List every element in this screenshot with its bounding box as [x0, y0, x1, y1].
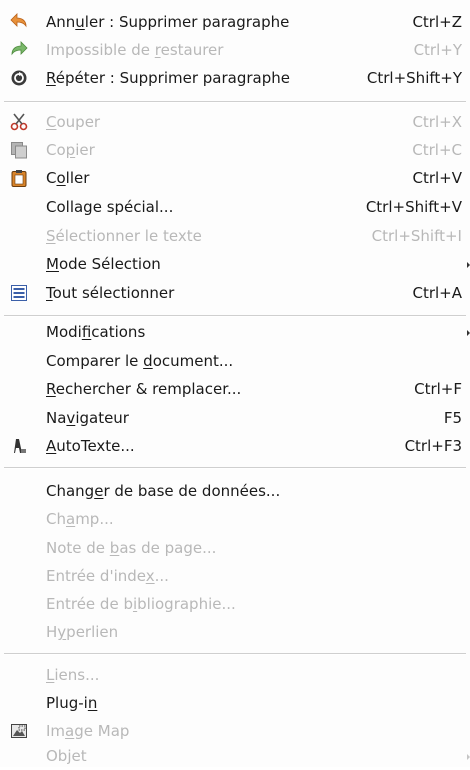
- menu-item-label: Impossible de restaurer: [46, 41, 224, 59]
- menu-item-bibliography-entry[interactable]: Entrée de bibliographie...: [0, 590, 470, 618]
- menu-item-label: Rechercher & remplacer...: [46, 380, 242, 398]
- menu-item-label: Coller: [46, 169, 90, 187]
- redo-icon: [10, 41, 28, 59]
- menu-item-shortcut: Ctrl+V: [412, 169, 462, 187]
- menu-separator: [4, 315, 466, 317]
- menu-item-label: Navigateur: [46, 409, 129, 427]
- repeat-icon: [10, 69, 28, 87]
- menu-separator: [4, 467, 466, 469]
- menu-item-shortcut: Ctrl+Y: [413, 41, 462, 59]
- menu-item-image-map[interactable]: Image Map: [0, 717, 470, 745]
- autotext-icon: [10, 437, 28, 455]
- menu-item-label: Annuler : Supprimer paragraphe: [46, 13, 290, 31]
- menu-item-navigator[interactable]: Navigateur F5: [0, 404, 470, 432]
- menu-item-label: Copier: [46, 141, 95, 159]
- menu-item-undo[interactable]: Annuler : Supprimer paragraphe Ctrl+Z: [0, 8, 470, 36]
- menu-item-paste[interactable]: Coller Ctrl+V: [0, 164, 470, 192]
- menu-item-hyperlink[interactable]: Hyperlien: [0, 618, 470, 646]
- menu-item-label: Champ...: [46, 510, 114, 528]
- menu-item-label: Répéter : Supprimer paragraphe: [46, 69, 290, 87]
- menu-item-label: Image Map: [46, 722, 130, 740]
- menu-item-shortcut: Ctrl+C: [412, 141, 462, 159]
- menu-item-label: Sélectionner le texte: [46, 227, 202, 245]
- menu-item-label: Entrée d'index...: [46, 567, 169, 585]
- menu-item-paste-special[interactable]: Collage spécial... Ctrl+Shift+V: [0, 193, 470, 221]
- menu-item-label: Comparer le document...: [46, 352, 234, 370]
- undo-icon: [10, 13, 28, 31]
- edit-menu: Annuler : Supprimer paragraphe Ctrl+Z Im…: [0, 0, 470, 767]
- menu-item-label: Collage spécial...: [46, 198, 174, 216]
- menu-item-label: Couper: [46, 113, 101, 131]
- menu-item-shortcut: Ctrl+F: [414, 380, 462, 398]
- menu-item-label: AutoTexte...: [46, 437, 135, 455]
- menu-item-select-all[interactable]: Tout sélectionner Ctrl+A: [0, 279, 470, 307]
- menu-item-shortcut: Ctrl+X: [412, 113, 462, 131]
- menu-item-shortcut: Ctrl+Shift+Y: [366, 69, 462, 87]
- menu-item-shortcut: Ctrl+Shift+I: [371, 227, 462, 245]
- menu-item-label: Plug-in: [46, 694, 98, 712]
- image-map-icon: [10, 722, 28, 740]
- menu-item-selection-mode[interactable]: Mode Sélection: [0, 250, 470, 278]
- menu-item-label: Tout sélectionner: [46, 284, 175, 302]
- menu-item-plugin[interactable]: Plug-in: [0, 689, 470, 717]
- menu-item-find-replace[interactable]: Rechercher & remplacer... Ctrl+F: [0, 375, 470, 403]
- menu-item-autotext[interactable]: AutoTexte... Ctrl+F3: [0, 432, 470, 460]
- menu-item-change-database[interactable]: Changer de base de données...: [0, 477, 470, 505]
- menu-item-label: Changer de base de données...: [46, 482, 281, 500]
- copy-icon: [10, 141, 28, 159]
- menu-item-label: Note de bas de page...: [46, 539, 217, 557]
- menu-item-compare-document[interactable]: Comparer le document...: [0, 347, 470, 375]
- menu-item-label: Mode Sélection: [46, 255, 161, 273]
- menu-item-label: Modifications: [46, 323, 146, 341]
- menu-item-copy[interactable]: Copier Ctrl+C: [0, 136, 470, 164]
- menu-item-repeat[interactable]: Répéter : Supprimer paragraphe Ctrl+Shif…: [0, 64, 470, 92]
- scissors-icon: [10, 113, 28, 131]
- menu-item-label: Hyperlien: [46, 623, 119, 641]
- menu-item-shortcut: F5: [443, 409, 462, 427]
- menu-item-shortcut: Ctrl+Shift+V: [365, 198, 462, 216]
- menu-item-footnote[interactable]: Note de bas de page...: [0, 534, 470, 562]
- select-all-icon: [10, 284, 28, 302]
- menu-item-label: Entrée de bibliographie...: [46, 595, 236, 613]
- menu-item-field[interactable]: Champ...: [0, 505, 470, 533]
- menu-item-shortcut: Ctrl+F3: [404, 437, 462, 455]
- menu-item-index-entry[interactable]: Entrée d'index...: [0, 562, 470, 590]
- menu-item-label: Objet: [46, 747, 87, 765]
- menu-item-shortcut: Ctrl+Z: [412, 13, 462, 31]
- menu-separator: [4, 101, 466, 103]
- menu-separator: [4, 653, 466, 655]
- menu-item-select-text[interactable]: Sélectionner le texte Ctrl+Shift+I: [0, 222, 470, 250]
- paste-icon: [10, 169, 28, 187]
- menu-item-cut[interactable]: Couper Ctrl+X: [0, 108, 470, 136]
- menu-item-shortcut: Ctrl+A: [412, 284, 462, 302]
- menu-item-modifications[interactable]: Modifications: [0, 318, 470, 346]
- menu-item-label: Liens...: [46, 666, 100, 684]
- menu-item-links[interactable]: Liens...: [0, 661, 470, 689]
- menu-item-object[interactable]: Objet: [0, 742, 470, 770]
- menu-item-redo[interactable]: Impossible de restaurer Ctrl+Y: [0, 36, 470, 64]
